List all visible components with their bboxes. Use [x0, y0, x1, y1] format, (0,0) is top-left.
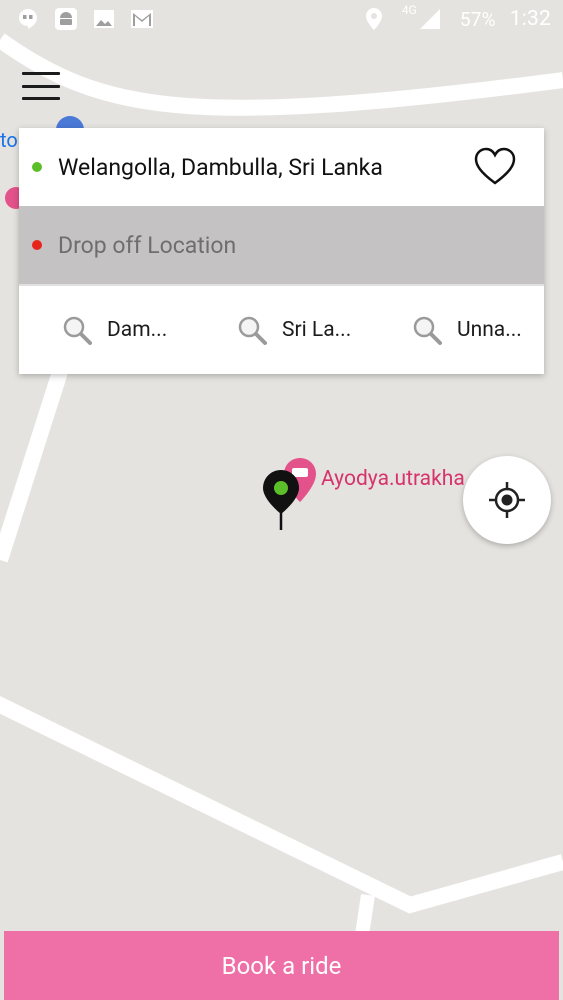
search-card: Welangolla, Dambulla, Sri Lanka Drop off…: [19, 128, 544, 374]
pickup-field[interactable]: Welangolla, Dambulla, Sri Lanka: [19, 128, 544, 206]
map-road: [355, 893, 375, 937]
dropoff-field[interactable]: Drop off Location: [19, 206, 544, 284]
recent-search-item-3[interactable]: Unna...: [369, 314, 544, 346]
android-icon: [54, 7, 78, 31]
pickup-dot-icon: [32, 162, 42, 172]
status-right: 4G 57% 1:32: [362, 3, 551, 31]
search-icon: [238, 316, 267, 345]
favorite-heart-icon[interactable]: [474, 147, 516, 187]
pickup-address: Welangolla, Dambulla, Sri Lanka: [58, 153, 383, 181]
pickup-pin-icon: [263, 470, 299, 530]
my-location-button[interactable]: [463, 456, 551, 544]
clock: 1:32: [509, 7, 551, 31]
recent-searches: Dam... Sri La... Unna...: [19, 286, 544, 374]
menu-bar: [22, 84, 60, 88]
dropoff-placeholder: Drop off Location: [58, 231, 237, 259]
gmail-icon: [130, 7, 154, 31]
hangouts-icon: [16, 7, 40, 31]
search-icon: [413, 316, 442, 345]
menu-bar: [22, 97, 60, 100]
status-bar: 4G 57% 1:32: [0, 0, 563, 38]
crosshair-icon: [489, 482, 525, 518]
search-icon: [63, 316, 92, 345]
signal-icon: 4G: [400, 3, 444, 31]
battery-level: 57%: [459, 7, 496, 31]
location-icon: [362, 7, 386, 31]
recent-search-item-2[interactable]: Sri La...: [194, 314, 369, 346]
map-place-label[interactable]: Ayodya.utrakha: [321, 467, 465, 491]
menu-bar: [22, 72, 60, 75]
recent-search-label: Sri La...: [282, 318, 352, 342]
recent-search-label: Unna...: [457, 318, 522, 342]
dropoff-dot-icon: [32, 240, 42, 250]
image-icon: [92, 7, 116, 31]
recent-search-item-1[interactable]: Dam...: [19, 314, 194, 346]
status-left-icons: [16, 7, 154, 31]
book-ride-button[interactable]: Book a ride: [4, 931, 559, 1000]
map-fragment-label: to: [0, 128, 18, 152]
recent-search-label: Dam...: [107, 318, 168, 342]
menu-button[interactable]: [22, 72, 60, 100]
network-type: 4G: [401, 3, 417, 17]
